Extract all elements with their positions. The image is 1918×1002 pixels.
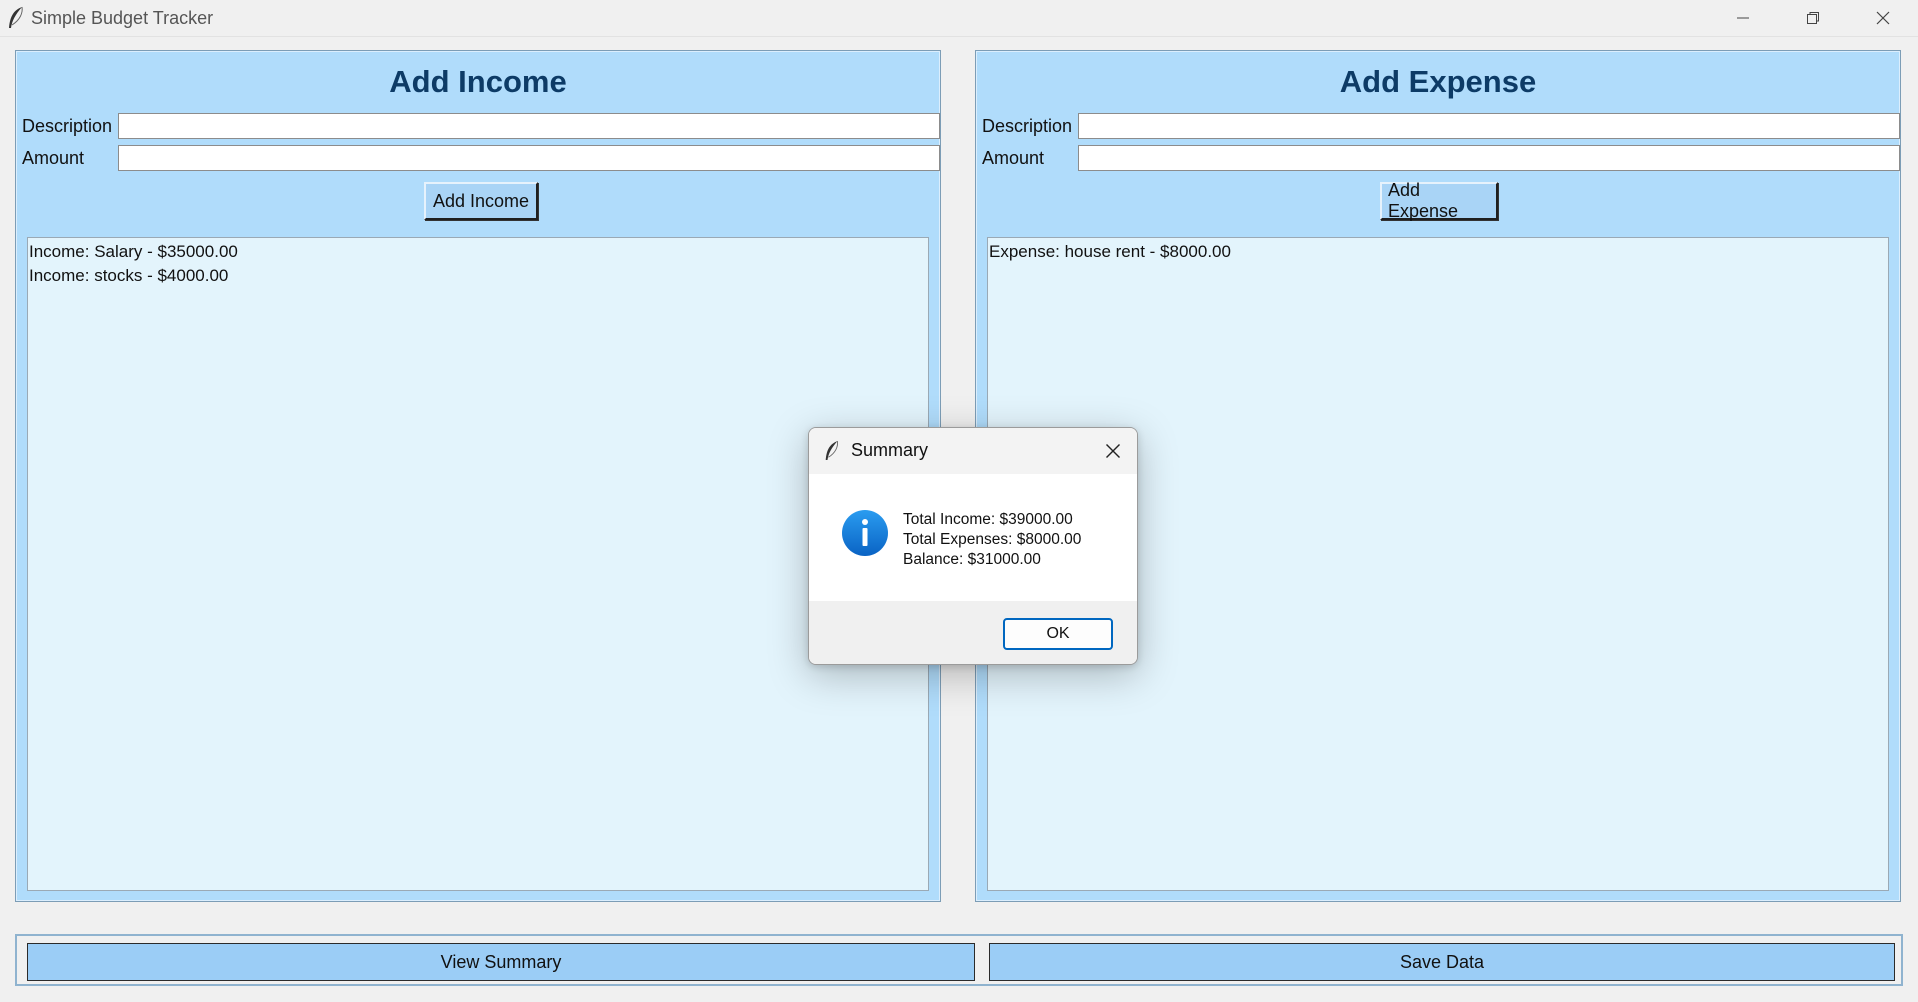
total-income-text: Total Income: $39000.00 — [903, 511, 1073, 528]
dialog-body: Total Income: $39000.00 Total Expenses: … — [809, 474, 1137, 601]
add-expense-button[interactable]: Add Expense — [1380, 180, 1498, 221]
income-description-input[interactable] — [118, 113, 940, 139]
summary-dialog: Summary Total Income: $39000.00 Total Ex… — [808, 427, 1138, 665]
close-window-button[interactable] — [1848, 0, 1918, 36]
save-data-button[interactable]: Save Data — [989, 943, 1895, 981]
expense-amount-label: Amount — [982, 148, 1045, 168]
minimize-button[interactable] — [1708, 0, 1778, 36]
income-heading: Add Income — [389, 64, 567, 99]
income-amount-input[interactable] — [118, 145, 940, 171]
income-description-label: Description — [22, 116, 113, 136]
bottom-button-bar: View Summary Save Data — [15, 934, 1903, 986]
window-title: Simple Budget Tracker — [31, 8, 214, 28]
expense-heading: Add Expense — [1339, 64, 1537, 99]
income-list[interactable]: Income: Salary - $35000.00 Income: stock… — [27, 237, 929, 891]
balance-text: Balance: $31000.00 — [903, 551, 1041, 568]
restore-button[interactable] — [1778, 0, 1848, 36]
total-expenses-text: Total Expenses: $8000.00 — [903, 531, 1082, 548]
add-income-button[interactable]: Add Income — [424, 182, 538, 220]
ok-button[interactable]: OK — [1003, 618, 1113, 650]
close-icon — [1876, 11, 1890, 25]
expense-description-label: Description — [982, 116, 1073, 136]
dialog-titlebar: Summary — [809, 428, 1137, 474]
info-icon — [841, 509, 889, 557]
view-summary-button[interactable]: View Summary — [27, 943, 975, 981]
feather-icon — [823, 440, 841, 462]
expense-description-input[interactable] — [1078, 113, 1900, 139]
window-titlebar: Simple Budget Tracker — [0, 0, 1918, 37]
summary-message: Total Income: $39000.00 Total Expenses: … — [903, 510, 1081, 570]
list-item[interactable]: Expense: house rent - $8000.00 — [989, 240, 1887, 264]
dialog-title: Summary — [851, 440, 929, 460]
list-item[interactable]: Income: stocks - $4000.00 — [29, 264, 927, 288]
expense-amount-input[interactable] — [1078, 145, 1900, 171]
income-amount-label: Amount — [22, 148, 85, 168]
list-item[interactable]: Income: Salary - $35000.00 — [29, 240, 927, 264]
income-panel: Add Income Description Amount Add Income… — [15, 50, 941, 902]
dialog-close-button[interactable] — [1099, 437, 1127, 465]
feather-icon — [6, 6, 26, 30]
minimize-icon — [1737, 17, 1749, 19]
dialog-footer: OK — [809, 601, 1137, 664]
close-icon — [1106, 444, 1120, 458]
restore-icon — [1807, 12, 1819, 24]
